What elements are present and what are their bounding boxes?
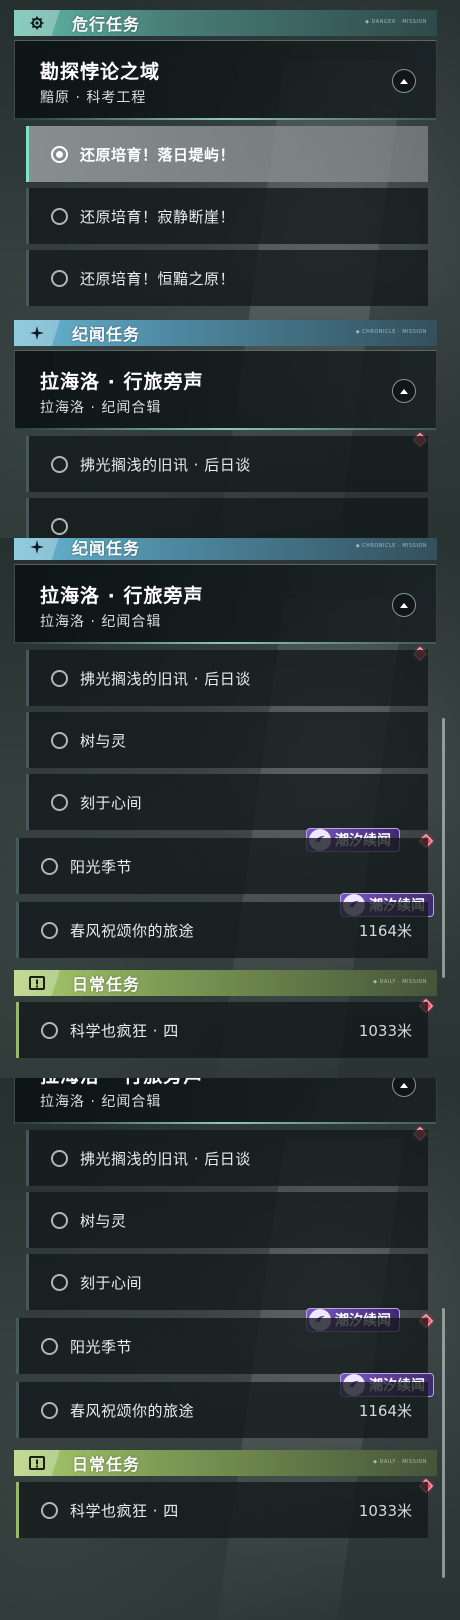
chevron-up-icon [400, 1082, 408, 1088]
distance-label: 1164米 [358, 1401, 412, 1420]
quest-row[interactable]: 春风祝颂你的旅途 1164米 [16, 902, 428, 958]
quest-row[interactable]: 树与灵 [26, 712, 428, 768]
screenshot-panel-3: 拉海洛 · 行旅旁声 拉海洛 · 纪闻合辑 拂光搁浅的旧讯 · 后日谈 树与灵 … [0, 1078, 460, 1620]
distance-label: 1033米 [358, 1021, 412, 1040]
card-subtitle: 拉海洛 · 纪闻合辑 [40, 614, 162, 630]
card-subtitle: 拉海洛 · 纪闻合辑 [40, 400, 162, 416]
section-title: 日常任务 [72, 1455, 141, 1474]
quest-card-lahailuo[interactable]: 拉海洛 · 行旅旁声 拉海洛 · 纪闻合辑 [14, 350, 437, 430]
quest-row[interactable]: 拂光搁浅的旧讯 · 后日谈 [26, 1130, 428, 1186]
section-header-chronicle: 纪闻任务 ◆ CHRONICLE · MISSION [14, 320, 437, 346]
card-title: 拉海洛 · 行旅旁声 [40, 585, 204, 607]
card-title: 拉海洛 · 行旅旁声 [40, 1078, 203, 1088]
section-subtitle: ◆ DANGER · MISSION [365, 19, 427, 25]
card-title: 勘探悖论之域 [40, 61, 161, 83]
screenshot-panel-2: 纪闻任务 ◆ CHRONICLE · MISSION 拉海洛 · 行旅旁声 拉海… [0, 538, 460, 1078]
quest-label: 阳光季节 [70, 1337, 133, 1356]
sparkle-icon [14, 538, 60, 560]
radio-icon [41, 1501, 58, 1519]
section-subtitle: ◆ DAILY · MISSION [373, 979, 427, 985]
radio-selected-icon [51, 145, 68, 163]
radio-icon [51, 517, 68, 535]
quest-row[interactable]: 拂光搁浅的旧讯 · 后日谈 [26, 436, 428, 492]
section-header-danger: 危行任务 ◆ DANGER · MISSION [14, 10, 437, 36]
quest-label: 科学也疯狂 · 四 [70, 1021, 179, 1040]
collapse-button[interactable] [392, 69, 416, 93]
section-subtitle: ◆ CHRONICLE · MISSION [355, 329, 427, 335]
quest-card-lahailuo[interactable]: 拉海洛 · 行旅旁声 拉海洛 · 纪闻合辑 [14, 1078, 437, 1124]
scrollbar[interactable] [442, 718, 445, 978]
collapse-button[interactable] [392, 379, 416, 403]
radio-icon [41, 921, 58, 939]
radio-icon [51, 455, 68, 473]
section-header-daily: 日常任务 ◆ DAILY · MISSION [14, 970, 437, 996]
chevron-up-icon [400, 388, 408, 394]
card-subtitle: 黯原 · 科考工程 [40, 90, 147, 106]
quest-label: 刻于心间 [80, 793, 143, 812]
radio-icon [51, 207, 68, 225]
quest-label: 拂光搁浅的旧讯 · 后日谈 [80, 455, 251, 474]
radio-icon [51, 1211, 68, 1229]
distance-label: 1164米 [358, 921, 412, 940]
quest-row-selected[interactable]: 还原培育！落日堤屿！ [26, 126, 428, 182]
sparkle-icon [14, 320, 60, 346]
radio-icon [41, 1337, 58, 1355]
radio-icon [51, 269, 68, 287]
radio-icon [51, 793, 68, 811]
quest-label: 春风祝颂你的旅途 [70, 921, 195, 940]
quest-label: 阳光季节 [70, 857, 133, 876]
quest-row[interactable]: 春风祝颂你的旅途 1164米 [16, 1382, 428, 1438]
quest-row[interactable]: 阳光季节 [16, 838, 428, 894]
section-subtitle: ◆ DAILY · MISSION [373, 1459, 427, 1465]
radio-icon [41, 1021, 58, 1039]
section-title: 日常任务 [72, 975, 141, 994]
quest-row[interactable]: 还原培育！寂静断崖！ [26, 188, 428, 244]
quest-label: 还原培育！恒黯之原！ [80, 269, 236, 288]
gear-emblem-icon [14, 10, 60, 36]
quest-label: 科学也疯狂 · 四 [70, 1501, 179, 1520]
section-title: 纪闻任务 [72, 539, 141, 558]
quest-card-lahailuo[interactable]: 拉海洛 · 行旅旁声 拉海洛 · 纪闻合辑 [14, 564, 437, 644]
section-title: 纪闻任务 [72, 325, 141, 344]
quest-label: 树与灵 [80, 1211, 127, 1230]
quest-label: 还原培育！落日堤屿！ [80, 145, 236, 164]
quest-row[interactable]: 科学也疯狂 · 四 1033米 [16, 1002, 428, 1058]
radio-icon [51, 669, 68, 687]
exclamation-icon [14, 1450, 60, 1476]
scrollbar[interactable] [442, 1308, 445, 1578]
quest-row[interactable]: 刻于心间 [26, 774, 428, 830]
radio-icon [51, 1149, 68, 1167]
quest-label: 拂光搁浅的旧讯 · 后日谈 [80, 1149, 251, 1168]
section-title: 危行任务 [72, 15, 141, 34]
chevron-up-icon [400, 78, 408, 84]
quest-row[interactable]: 拂光搁浅的旧讯 · 后日谈 [26, 650, 428, 706]
radio-icon [41, 857, 58, 875]
card-subtitle: 拉海洛 · 纪闻合辑 [40, 1094, 162, 1110]
section-subtitle: ◆ CHRONICLE · MISSION [355, 543, 427, 549]
collapse-button[interactable] [392, 593, 416, 617]
screenshot-panel-1: 危行任务 ◆ DANGER · MISSION 勘探悖论之域 黯原 · 科考工程… [0, 0, 460, 538]
quest-row[interactable]: 刻于心间 [26, 1254, 428, 1310]
collapse-button[interactable] [392, 1078, 416, 1097]
quest-label: 刻于心间 [80, 1273, 143, 1292]
quest-label: 拂光搁浅的旧讯 · 后日谈 [80, 669, 251, 688]
quest-row[interactable]: 还原培育！恒黯之原！ [26, 250, 428, 306]
radio-icon [51, 1273, 68, 1291]
quest-row[interactable] [26, 498, 428, 538]
quest-label: 还原培育！寂静断崖！ [80, 207, 236, 226]
quest-row[interactable]: 科学也疯狂 · 四 1033米 [16, 1482, 428, 1538]
distance-label: 1033米 [358, 1501, 412, 1520]
quest-card-paradox[interactable]: 勘探悖论之域 黯原 · 科考工程 [14, 40, 437, 120]
card-title: 拉海洛 · 行旅旁声 [40, 371, 204, 393]
chevron-up-icon [400, 602, 408, 608]
radio-icon [51, 731, 68, 749]
quest-label: 树与灵 [80, 731, 127, 750]
quest-label: 春风祝颂你的旅途 [70, 1401, 195, 1420]
exclamation-icon [14, 970, 60, 996]
quest-row[interactable]: 树与灵 [26, 1192, 428, 1248]
radio-icon [41, 1401, 58, 1419]
section-header-chronicle: 纪闻任务 ◆ CHRONICLE · MISSION [14, 538, 437, 560]
section-header-daily: 日常任务 ◆ DAILY · MISSION [14, 1450, 437, 1476]
quest-row[interactable]: 阳光季节 [16, 1318, 428, 1374]
